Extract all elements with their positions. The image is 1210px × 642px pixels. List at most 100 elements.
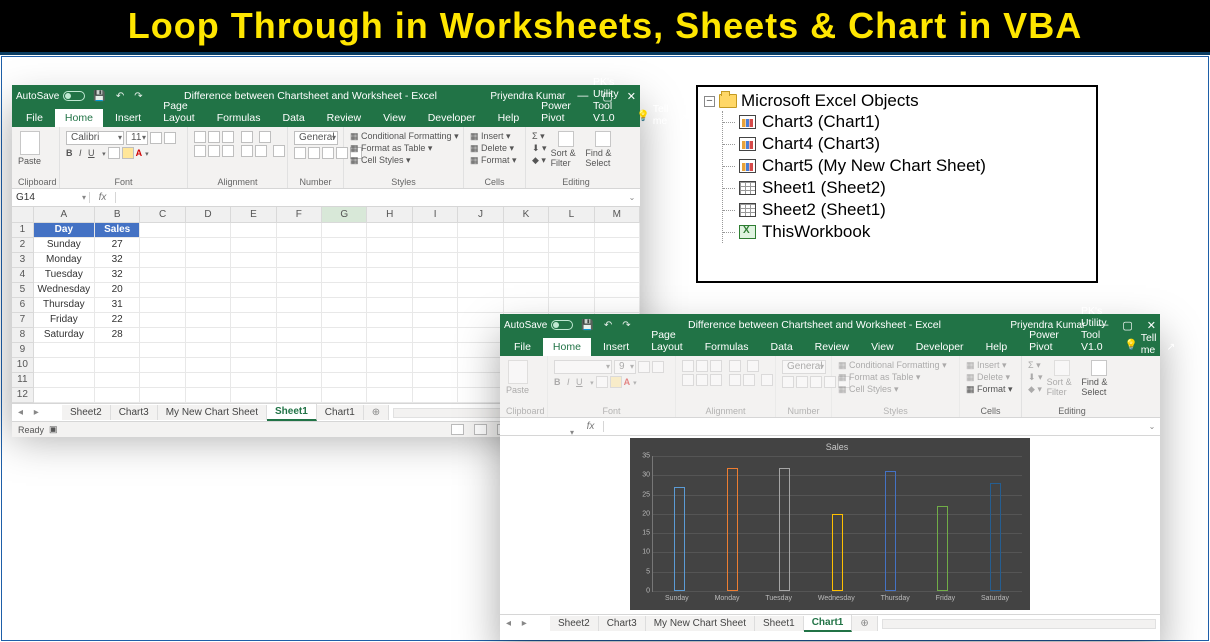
number-format-select[interactable]: General	[294, 131, 338, 145]
cell[interactable]	[186, 343, 231, 358]
cell[interactable]: 22	[95, 313, 140, 328]
cell[interactable]	[413, 253, 458, 268]
formula-collapse-icon[interactable]: ⌄	[624, 193, 640, 202]
column-header[interactable]: D	[186, 207, 231, 223]
cell[interactable]	[231, 328, 276, 343]
cell[interactable]	[277, 388, 322, 403]
italic-button[interactable]: I	[79, 148, 82, 158]
cell[interactable]	[458, 223, 503, 238]
decrease-font-icon[interactable]	[164, 132, 176, 144]
cell[interactable]	[95, 373, 140, 388]
cell[interactable]	[413, 373, 458, 388]
cell[interactable]	[140, 328, 185, 343]
cell[interactable]	[277, 358, 322, 373]
cell[interactable]	[231, 388, 276, 403]
sheet-tab[interactable]: Chart3	[599, 616, 646, 631]
cell[interactable]	[140, 313, 185, 328]
cell[interactable]	[413, 328, 458, 343]
sheet-tab[interactable]: Sheet2	[550, 616, 599, 631]
cell[interactable]	[186, 298, 231, 313]
chart-bar[interactable]	[937, 506, 948, 591]
cell[interactable]	[140, 298, 185, 313]
cell[interactable]	[595, 253, 640, 268]
tree-root-row[interactable]: − Microsoft Excel Objects	[704, 91, 1090, 111]
save-icon[interactable]: 💾	[581, 320, 593, 331]
cell[interactable]	[231, 358, 276, 373]
cell[interactable]: 28	[95, 328, 140, 343]
ribbon-tab[interactable]: Formulas	[207, 109, 271, 127]
wrap-text-icon[interactable]	[259, 131, 271, 143]
conditional-formatting-button[interactable]: ▦ Conditional Formatting ▾	[350, 131, 459, 142]
cell[interactable]	[458, 373, 503, 388]
ribbon-tab[interactable]: Data	[272, 109, 314, 127]
cell[interactable]	[458, 313, 503, 328]
ribbon-tab[interactable]: Developer	[906, 338, 974, 356]
cell[interactable]	[186, 253, 231, 268]
cell[interactable]	[277, 373, 322, 388]
cell[interactable]	[277, 313, 322, 328]
ribbon-tab[interactable]: Home	[55, 109, 103, 127]
ribbon-tab[interactable]: Help	[488, 109, 530, 127]
fx-icon[interactable]: fx	[578, 421, 604, 432]
cell[interactable]	[140, 253, 185, 268]
format-cells-button[interactable]: ▦ Format ▾	[966, 384, 1013, 395]
ribbon-tab[interactable]: Developer	[418, 109, 486, 127]
file-tab[interactable]: File	[16, 109, 53, 127]
cell[interactable]	[231, 313, 276, 328]
cell[interactable]	[413, 223, 458, 238]
chart-bar[interactable]	[779, 468, 790, 591]
font-name-select[interactable]: Calibri	[66, 131, 124, 145]
chart-bar[interactable]	[674, 487, 685, 591]
cell[interactable]	[413, 283, 458, 298]
find-select-button[interactable]: Find & Select	[585, 131, 620, 168]
cell[interactable]	[458, 238, 503, 253]
column-header[interactable]: G	[322, 207, 367, 223]
cell[interactable]	[140, 343, 185, 358]
cell[interactable]	[367, 238, 412, 253]
tell-me[interactable]: 💡 Tell me	[1125, 332, 1157, 356]
cell[interactable]	[595, 283, 640, 298]
ribbon-tab[interactable]: PK's Utility Tool V1.0	[583, 73, 629, 127]
cell[interactable]	[413, 298, 458, 313]
ribbon-tab[interactable]: Help	[976, 338, 1018, 356]
cell[interactable]	[322, 253, 367, 268]
cell[interactable]	[367, 328, 412, 343]
column-header[interactable]: K	[504, 207, 549, 223]
decrease-indent-icon[interactable]	[241, 145, 253, 157]
cell[interactable]	[277, 328, 322, 343]
sheet-nav-buttons[interactable]: ◂ ▸	[500, 618, 550, 629]
cell[interactable]	[595, 223, 640, 238]
merge-icon[interactable]	[273, 145, 285, 157]
formula-collapse-icon[interactable]: ⌄	[1144, 422, 1160, 431]
cell[interactable]	[367, 313, 412, 328]
orientation-icon[interactable]	[241, 131, 253, 143]
cell[interactable]	[34, 343, 95, 358]
column-header[interactable]: E	[231, 207, 276, 223]
cell[interactable]	[322, 328, 367, 343]
border-button[interactable]	[108, 147, 120, 159]
cell[interactable]: Monday	[34, 253, 95, 268]
select-all-corner[interactable]	[12, 207, 34, 223]
cell[interactable]	[322, 298, 367, 313]
cell[interactable]	[367, 358, 412, 373]
normal-view-button[interactable]	[451, 424, 464, 435]
cell[interactable]	[186, 373, 231, 388]
cell[interactable]	[504, 238, 549, 253]
cell[interactable]: Sunday	[34, 238, 95, 253]
sheet-tab[interactable]: Sheet1	[267, 404, 317, 421]
cell[interactable]	[277, 238, 322, 253]
cell[interactable]	[549, 268, 594, 283]
ribbon-tab[interactable]: Data	[760, 338, 802, 356]
cell[interactable]	[277, 223, 322, 238]
cell[interactable]	[231, 373, 276, 388]
cell[interactable]	[413, 238, 458, 253]
cell[interactable]	[504, 298, 549, 313]
cell[interactable]	[277, 283, 322, 298]
ribbon-tab[interactable]: Page Layout	[641, 326, 693, 356]
cell[interactable]	[322, 283, 367, 298]
redo-icon[interactable]: ↷	[134, 91, 142, 102]
cell[interactable]	[186, 283, 231, 298]
tree-item[interactable]: Sheet1 (Sheet2)	[739, 177, 1090, 199]
fx-icon[interactable]: fx	[90, 192, 116, 203]
cell[interactable]	[504, 283, 549, 298]
